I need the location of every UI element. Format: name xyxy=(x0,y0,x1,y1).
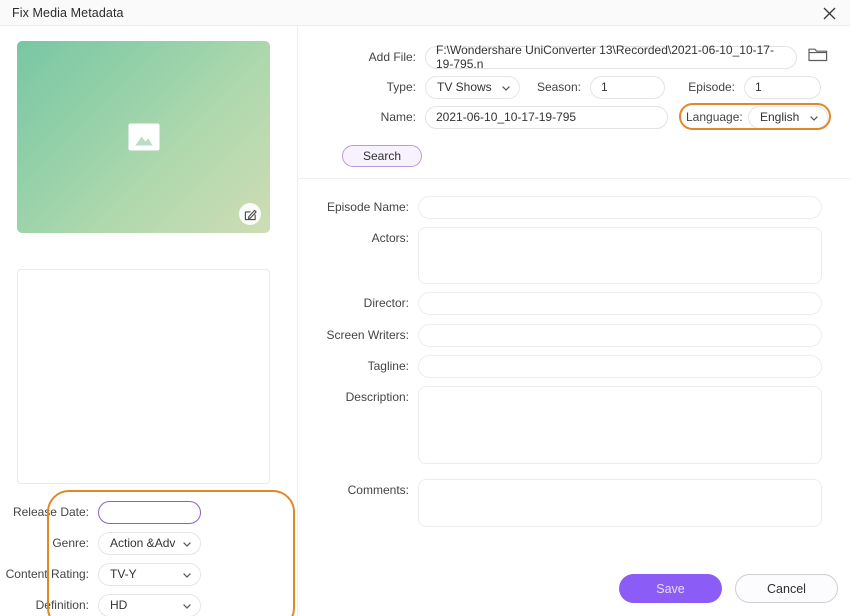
comments-label: Comments: xyxy=(347,483,409,497)
season-input[interactable]: 1 xyxy=(590,75,665,99)
content-rating-label: Content Rating: xyxy=(5,567,89,581)
director-input[interactable] xyxy=(418,292,822,315)
director-row: Director: xyxy=(298,292,822,315)
add-file-input[interactable]: F:\Wondershare UniConverter 13\Recorded\… xyxy=(425,43,797,71)
episode-row: Episode: 1 xyxy=(678,75,821,99)
cancel-button[interactable]: Cancel xyxy=(735,574,838,603)
actors-row: Actors: xyxy=(298,227,822,284)
left-panel: Release Date: Genre: Action &Adv Content… xyxy=(0,26,297,616)
name-label: Name: xyxy=(380,110,416,124)
name-row: Name: 2021-06-10_10-17-19-795 xyxy=(360,105,668,129)
chevron-down-icon xyxy=(183,567,191,581)
search-results-panel xyxy=(17,269,270,484)
type-row: Type: TV Shows xyxy=(360,75,520,99)
episode-name-label: Episode Name: xyxy=(326,200,409,214)
chevron-down-icon xyxy=(183,536,191,550)
episode-label: Episode: xyxy=(688,80,735,94)
director-label: Director: xyxy=(363,296,409,310)
close-icon[interactable] xyxy=(814,2,844,24)
tagline-input[interactable] xyxy=(418,355,822,378)
image-placeholder-icon xyxy=(128,123,159,151)
language-select[interactable]: English xyxy=(748,105,828,129)
comments-row: Comments: xyxy=(298,479,822,527)
definition-value: HD xyxy=(110,598,128,612)
comments-input[interactable] xyxy=(418,479,822,527)
cover-thumbnail[interactable] xyxy=(17,41,270,233)
tagline-row: Tagline: xyxy=(298,355,822,378)
genre-label: Genre: xyxy=(52,536,89,550)
section-divider xyxy=(298,178,850,179)
episode-name-row: Episode Name: xyxy=(298,196,822,219)
content-rating-select[interactable]: TV-Y xyxy=(98,562,201,586)
genre-value: Action &Adv xyxy=(110,536,176,550)
genre-row: Genre: Action &Adv xyxy=(0,531,201,555)
edit-pencil-icon[interactable] xyxy=(239,203,261,225)
episode-name-input[interactable] xyxy=(418,196,822,219)
definition-row: Definition: HD xyxy=(0,593,201,616)
window-title: Fix Media Metadata xyxy=(12,6,124,20)
genre-select[interactable]: Action &Adv xyxy=(98,531,201,555)
save-button[interactable]: Save xyxy=(619,574,722,603)
name-input[interactable]: 2021-06-10_10-17-19-795 xyxy=(425,105,668,129)
release-date-row: Release Date: xyxy=(0,500,201,524)
language-label: Language: xyxy=(686,110,743,124)
type-select[interactable]: TV Shows xyxy=(425,75,520,99)
content-rating-value: TV-Y xyxy=(110,567,137,581)
season-label: Season: xyxy=(536,80,581,94)
description-label: Description: xyxy=(345,390,409,404)
description-row: Description: xyxy=(298,386,822,464)
folder-icon[interactable] xyxy=(808,46,828,64)
search-button[interactable]: Search xyxy=(342,145,422,167)
season-row: Season: 1 xyxy=(528,75,665,99)
screen-writers-input[interactable] xyxy=(418,324,822,347)
add-file-label: Add File: xyxy=(368,50,416,64)
language-row: Language: English xyxy=(686,105,828,129)
type-value: TV Shows xyxy=(437,80,492,94)
episode-input[interactable]: 1 xyxy=(744,75,821,99)
title-bar: Fix Media Metadata xyxy=(0,0,850,26)
language-value: English xyxy=(760,110,800,124)
definition-label: Definition: xyxy=(35,598,89,612)
chevron-down-icon xyxy=(810,110,818,124)
description-input[interactable] xyxy=(418,386,822,464)
definition-select[interactable]: HD xyxy=(98,593,201,616)
chevron-down-icon xyxy=(183,598,191,612)
actors-label: Actors: xyxy=(371,231,409,245)
type-label: Type: xyxy=(386,80,416,94)
tagline-label: Tagline: xyxy=(367,359,409,373)
actors-input[interactable] xyxy=(418,227,822,284)
content-rating-row: Content Rating: TV-Y xyxy=(0,562,201,586)
release-date-input[interactable] xyxy=(98,500,201,524)
screen-writers-row: Screen Writers: xyxy=(298,324,822,347)
screen-writers-label: Screen Writers: xyxy=(326,328,409,342)
chevron-down-icon xyxy=(502,80,510,94)
add-file-row: Add File: F:\Wondershare UniConverter 13… xyxy=(360,43,797,71)
release-date-label: Release Date: xyxy=(12,505,89,519)
